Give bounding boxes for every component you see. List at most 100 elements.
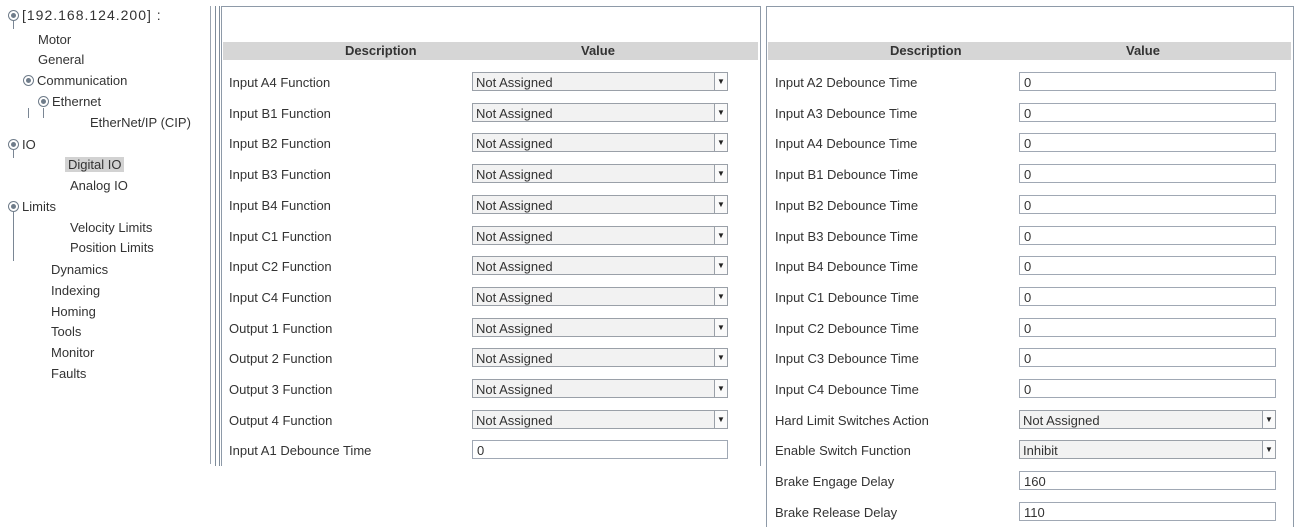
tree-item-dynamics[interactable]: Dynamics xyxy=(51,262,108,278)
row-description: Input C3 Debounce Time xyxy=(775,351,919,367)
input-a4-debounce-time-input[interactable]: 0 xyxy=(1019,133,1276,153)
row-description: Input A4 Function xyxy=(229,75,331,90)
input-b4-function-select[interactable]: Not Assigned ▼ xyxy=(472,194,728,214)
output-4-function-select[interactable]: Not Assigned ▼ xyxy=(472,409,728,429)
table-row: Hard Limit Switches Action Not Assigned ▼ xyxy=(766,405,1294,435)
tree-item-motor[interactable]: Motor xyxy=(38,32,71,48)
tree-item-faults[interactable]: Faults xyxy=(51,366,86,382)
row-description: Input C4 Function xyxy=(229,289,332,305)
output-1-function-select[interactable]: Not Assigned ▼ xyxy=(472,317,728,337)
tree-item-io[interactable]: IO xyxy=(8,137,36,153)
output-2-function-select[interactable]: Not Assigned ▼ xyxy=(472,348,728,368)
dropdown-arrow-icon[interactable]: ▼ xyxy=(714,103,727,121)
tree-item-velocity-limits[interactable]: Velocity Limits xyxy=(70,220,152,236)
row-description: Input B4 Debounce Time xyxy=(775,259,919,275)
splitter[interactable] xyxy=(215,6,216,466)
output-3-function-select[interactable]: Not Assigned ▼ xyxy=(472,379,728,398)
tree-item-general[interactable]: General xyxy=(38,52,84,68)
input-b1-debounce-time-input[interactable]: 0 xyxy=(1019,164,1276,184)
input-b1-function-select[interactable]: Not Assigned ▼ xyxy=(472,102,728,122)
input-c1-function-select[interactable]: Not Assigned ▼ xyxy=(472,225,728,245)
tree-item-indexing[interactable]: Indexing xyxy=(51,283,100,299)
input-a3-debounce-time-input[interactable]: 0 xyxy=(1019,102,1276,122)
row-description: Brake Release Delay xyxy=(775,504,898,520)
table-row: Input C4 Debounce Time 0 xyxy=(766,374,1294,404)
value-text: Not Assigned xyxy=(476,320,553,336)
dropdown-arrow-icon[interactable]: ▼ xyxy=(714,410,727,428)
row-description: Input C1 Function xyxy=(229,228,332,244)
input-b4-debounce-time-input[interactable]: 0 xyxy=(1019,256,1276,276)
input-c3-debounce-time-input[interactable]: 0 xyxy=(1019,348,1276,368)
tree-item-position-limits[interactable]: Position Limits xyxy=(70,240,154,256)
brake-engage-delay-input[interactable]: 160 xyxy=(1019,471,1276,491)
dropdown-arrow-icon[interactable]: ▼ xyxy=(714,134,727,152)
value-text: Not Assigned xyxy=(476,136,553,152)
value-text: 0 xyxy=(1024,197,1032,213)
expander-icon[interactable] xyxy=(8,139,19,150)
dropdown-arrow-icon[interactable]: ▼ xyxy=(714,349,727,367)
table-row: Input B2 Function Not Assigned ▼ xyxy=(221,128,761,158)
value-text: Not Assigned xyxy=(476,351,553,367)
input-b2-debounce-time-input[interactable]: 0 xyxy=(1019,194,1276,214)
dropdown-arrow-icon[interactable]: ▼ xyxy=(714,318,727,336)
value-text: Not Assigned xyxy=(476,228,553,244)
table-row: Output 3 Function Not Assigned ▼ xyxy=(221,374,761,404)
row-description: Input C4 Debounce Time xyxy=(775,382,919,397)
expander-icon[interactable] xyxy=(8,10,19,21)
tree-item-homing[interactable]: Homing xyxy=(51,304,96,320)
tree-item-ethernet[interactable]: Ethernet xyxy=(38,94,101,110)
row-description: Input C2 Function xyxy=(229,259,332,275)
input-c1-debounce-time-input[interactable]: 0 xyxy=(1019,286,1276,306)
dropdown-arrow-icon[interactable]: ▼ xyxy=(714,165,727,183)
expander-icon[interactable] xyxy=(8,201,19,212)
input-a4-function-select[interactable]: Not Assigned ▼ xyxy=(472,72,728,91)
tree-item-label: IO xyxy=(22,137,36,152)
tree-item-communication[interactable]: Communication xyxy=(23,73,127,89)
row-description: Enable Switch Function xyxy=(775,443,911,459)
tree-root[interactable]: [192.168.124.200] : xyxy=(8,7,162,24)
enable-switch-function-select[interactable]: Inhibit ▼ xyxy=(1019,440,1276,460)
dropdown-arrow-icon[interactable]: ▼ xyxy=(714,257,727,275)
value-text: 0 xyxy=(1024,136,1032,152)
row-description: Input B4 Function xyxy=(229,197,331,213)
expander-icon[interactable] xyxy=(23,75,34,86)
tree-item-digital-io[interactable]: Digital IO xyxy=(65,157,125,173)
tree-item-tools[interactable]: Tools xyxy=(51,324,81,340)
dropdown-arrow-icon[interactable]: ▼ xyxy=(1262,410,1275,428)
input-b3-function-select[interactable]: Not Assigned ▼ xyxy=(472,164,728,184)
input-a2-debounce-time-input[interactable]: 0 xyxy=(1019,72,1276,91)
tree-item-limits[interactable]: Limits xyxy=(8,199,56,215)
table-row: Input C3 Debounce Time 0 xyxy=(766,343,1294,373)
tree-item-analog-io[interactable]: Analog IO xyxy=(70,178,128,194)
tree-item-label: Faults xyxy=(51,366,87,381)
tree-item-ethernet-ip[interactable]: EtherNet/IP (CIP) xyxy=(90,115,191,131)
tree-item-label: Velocity Limits xyxy=(70,220,153,235)
table-row: Input C1 Debounce Time 0 xyxy=(766,282,1294,312)
input-c2-function-select[interactable]: Not Assigned ▼ xyxy=(472,256,728,276)
input-c2-debounce-time-input[interactable]: 0 xyxy=(1019,317,1276,337)
input-c4-debounce-time-input[interactable]: 0 xyxy=(1019,379,1276,398)
dropdown-arrow-icon[interactable]: ▼ xyxy=(1262,441,1275,459)
dropdown-arrow-icon[interactable]: ▼ xyxy=(714,73,727,90)
header-value: Value xyxy=(581,43,615,58)
input-b2-function-select[interactable]: Not Assigned ▼ xyxy=(472,133,728,153)
dropdown-arrow-icon[interactable]: ▼ xyxy=(714,195,727,213)
header-value: Value xyxy=(1126,43,1160,58)
brake-release-delay-input[interactable]: 110 xyxy=(1019,501,1276,521)
tree-item-label: Digital IO xyxy=(65,157,125,172)
value-text: Not Assigned xyxy=(476,167,553,183)
dropdown-arrow-icon[interactable]: ▼ xyxy=(714,380,727,397)
input-b3-debounce-time-input[interactable]: 0 xyxy=(1019,225,1276,245)
dropdown-arrow-icon[interactable]: ▼ xyxy=(714,226,727,244)
tree-item-label: Indexing xyxy=(51,283,101,298)
hard-limit-switches-action-select[interactable]: Not Assigned ▼ xyxy=(1019,409,1276,429)
expander-icon[interactable] xyxy=(38,96,49,107)
row-description: Input A1 Debounce Time xyxy=(229,443,372,459)
navigation-tree: [192.168.124.200] : Motor General Commun… xyxy=(8,6,211,464)
tree-item-monitor[interactable]: Monitor xyxy=(51,345,94,361)
row-description: Output 4 Function xyxy=(229,412,333,428)
input-a1-debounce-time-input[interactable]: 0 xyxy=(472,440,728,460)
dropdown-arrow-icon[interactable]: ▼ xyxy=(714,287,727,305)
input-c4-function-select[interactable]: Not Assigned ▼ xyxy=(472,286,728,306)
value-text: 110 xyxy=(1024,504,1045,520)
